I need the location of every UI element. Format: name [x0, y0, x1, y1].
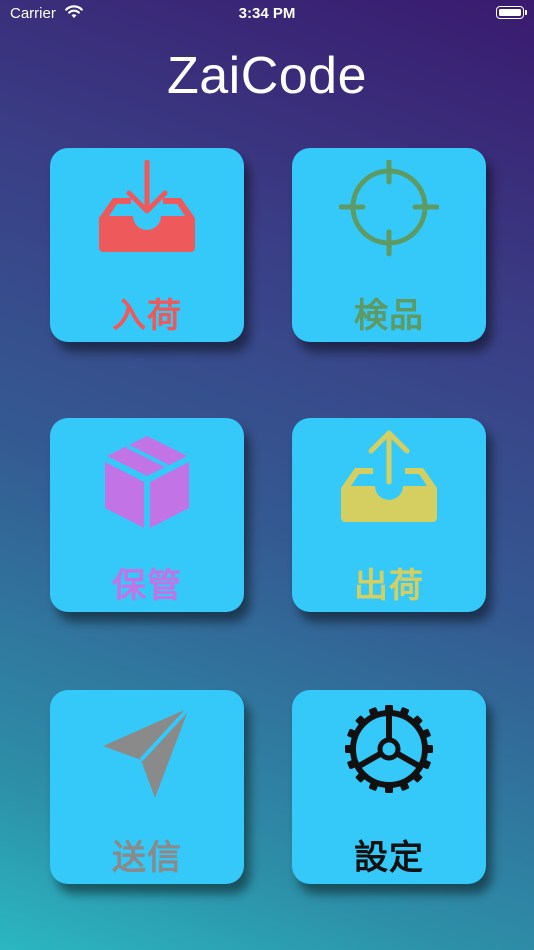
gear-icon	[345, 705, 433, 793]
inspect-button[interactable]: 検品	[292, 148, 486, 342]
send-label: 送信	[112, 838, 182, 878]
inbox-download-icon	[99, 160, 195, 252]
storage-label: 保管	[112, 566, 182, 606]
settings-label: 設定	[354, 838, 424, 878]
box-icon	[105, 436, 189, 528]
inbox-upload-icon	[341, 430, 437, 522]
receive-button[interactable]: 入荷	[50, 148, 244, 342]
ship-button[interactable]: 出荷	[292, 418, 486, 612]
send-button[interactable]: 送信	[50, 690, 244, 884]
ship-label: 出荷	[354, 566, 424, 606]
crosshair-icon	[339, 160, 439, 257]
app-title: ZaiCode	[166, 47, 368, 105]
receive-label: 入荷	[112, 296, 182, 336]
battery-icon	[496, 6, 527, 19]
status-bar: Carrier 3:34 PM	[0, 0, 534, 28]
paper-plane-icon	[103, 706, 191, 798]
inspect-label: 検品	[354, 296, 424, 336]
status-time: 3:34 PM	[238, 5, 296, 22]
settings-button[interactable]: 設定	[292, 690, 486, 884]
storage-button[interactable]: 保管	[50, 418, 244, 612]
